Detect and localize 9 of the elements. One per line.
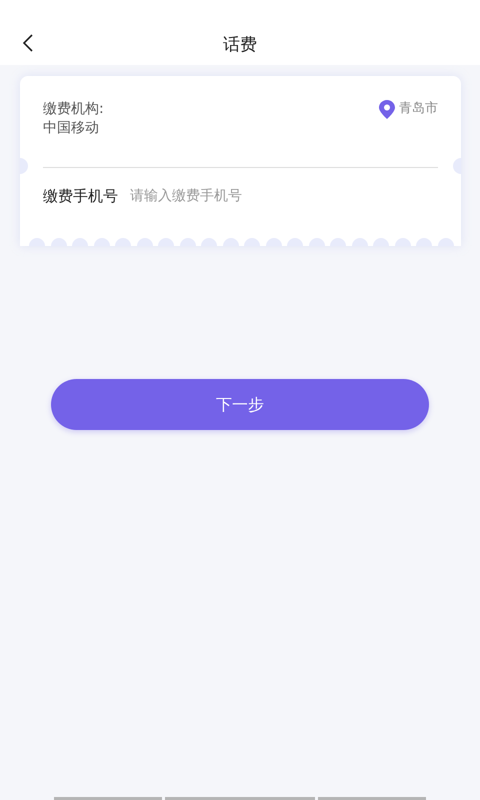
org-value: 中国移动 [43,119,100,137]
phone-input-field[interactable]: 请输入缴费手机号 [130,186,438,207]
page-title: 话费 [223,35,257,55]
city-label: 青岛市 [399,100,438,118]
phone-label: 缴费手机号 [43,186,118,207]
org-label: 缴费机构: [43,100,104,118]
next-button[interactable]: 下一步 [51,379,429,430]
back-icon [22,34,34,52]
location-pin-icon [379,100,395,119]
